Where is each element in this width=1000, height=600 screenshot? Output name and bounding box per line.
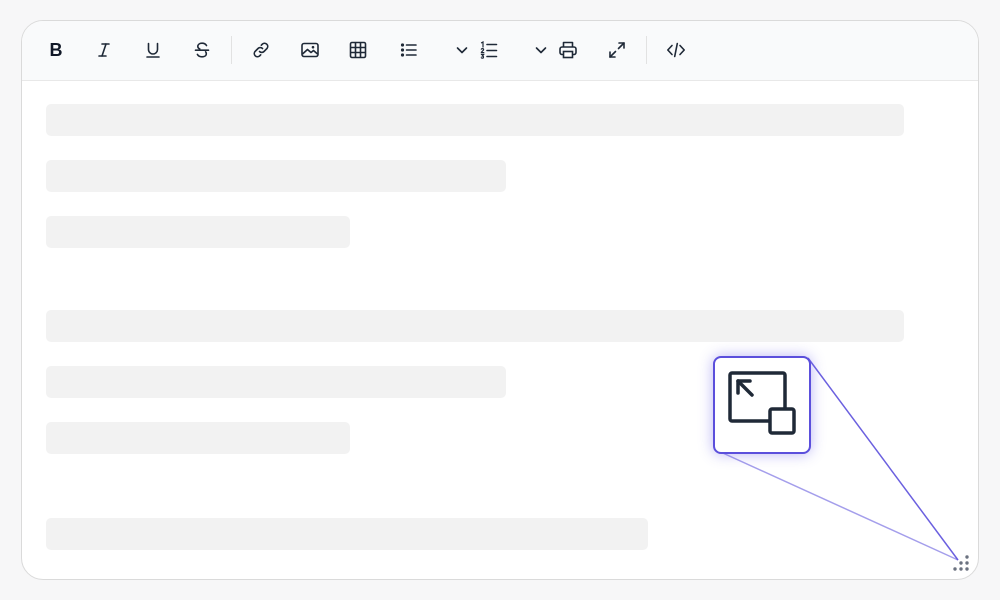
numbered-list-icon (480, 41, 498, 59)
bullet-list-dropdown[interactable] (452, 36, 472, 64)
toolbar-separator (646, 36, 647, 64)
chevron-down-icon (535, 47, 547, 54)
print-button[interactable] (554, 36, 582, 64)
resize-corner-icon (728, 371, 796, 435)
image-icon (301, 42, 319, 58)
code-icon (667, 42, 685, 58)
toolbar-separator (231, 36, 232, 64)
table-button[interactable] (344, 36, 372, 64)
numbered-list-dropdown[interactable] (531, 36, 551, 64)
skeleton-line (46, 216, 350, 248)
link-button[interactable] (247, 36, 275, 64)
resize-grip-icon (953, 555, 969, 571)
strikethrough-button[interactable] (188, 36, 216, 64)
source-code-button[interactable] (662, 36, 690, 64)
numbered-list-button[interactable] (475, 36, 503, 64)
skeleton-line (46, 422, 350, 454)
strikethrough-icon (194, 42, 210, 58)
bold-icon: B (49, 39, 63, 60)
resize-handle[interactable] (951, 553, 973, 573)
skeleton-line (46, 366, 506, 398)
italic-icon (98, 43, 110, 57)
underline-button[interactable] (139, 36, 167, 64)
italic-button[interactable] (90, 36, 118, 64)
skeleton-line (46, 104, 904, 136)
editor-content-area[interactable] (22, 81, 978, 579)
print-icon (559, 41, 577, 59)
zoom-callout (713, 356, 811, 454)
underline-icon (146, 42, 160, 58)
link-icon (253, 42, 269, 58)
skeleton-line (46, 518, 648, 550)
chevron-down-icon (456, 47, 468, 54)
skeleton-line (46, 310, 904, 342)
expand-icon (609, 42, 625, 58)
skeleton-line (46, 160, 506, 192)
bullet-list-button[interactable] (395, 36, 423, 64)
bullet-list-icon (400, 43, 417, 57)
bold-button[interactable]: B (42, 36, 70, 64)
table-icon (349, 41, 367, 59)
rich-text-editor: B (21, 20, 979, 580)
editor-toolbar: B (22, 21, 978, 81)
image-button[interactable] (296, 36, 324, 64)
fullscreen-button[interactable] (603, 36, 631, 64)
